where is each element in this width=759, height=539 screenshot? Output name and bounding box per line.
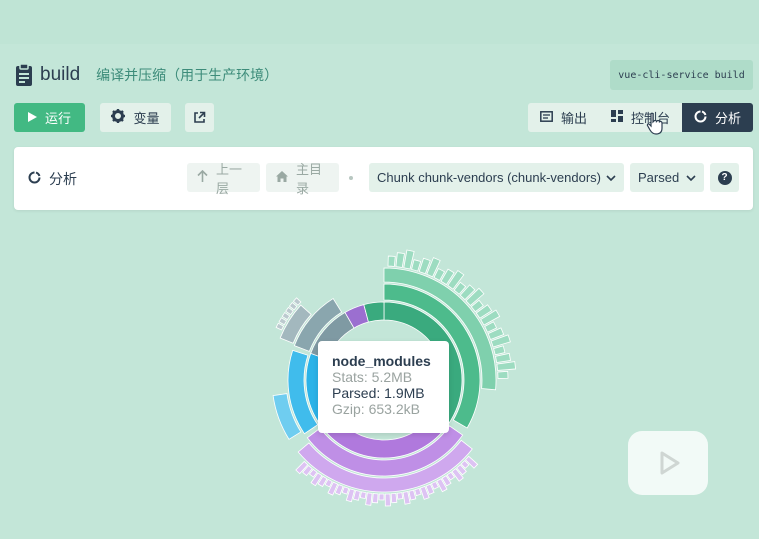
sunburst-leaf[interactable]: [359, 491, 367, 499]
sunburst-leaf[interactable]: [275, 322, 285, 331]
tooltip-stats: Stats: 5.2MB: [332, 369, 413, 385]
sunburst-leaf[interactable]: [365, 492, 373, 506]
sunburst-leaf[interactable]: [378, 493, 385, 501]
sunburst-leaf[interactable]: [495, 352, 511, 364]
sunburst-leaf[interactable]: [384, 493, 392, 507]
video-play-badge[interactable]: [628, 431, 708, 495]
tooltip-parsed: Parsed: 1.9MB: [332, 385, 425, 401]
sunburst-leaf[interactable]: [390, 492, 398, 504]
sunburst-leaf[interactable]: [278, 317, 288, 326]
sunburst-leaf[interactable]: [371, 493, 379, 504]
sunburst-leaf[interactable]: [493, 345, 506, 356]
sunburst-leaf[interactable]: [387, 255, 396, 267]
sunburst-leaf[interactable]: [496, 361, 516, 371]
tooltip-name: node_modules: [332, 353, 431, 369]
sunburst-leaf[interactable]: [411, 259, 422, 272]
sunburst-leaf[interactable]: [341, 486, 350, 495]
tooltip-gzip: Gzip: 653.2kB: [332, 401, 420, 417]
sunburst-leaf[interactable]: [497, 370, 509, 379]
play-icon: [660, 451, 680, 475]
sunburst-leaf[interactable]: [414, 487, 422, 497]
sunburst-leaf[interactable]: [395, 252, 405, 268]
node-tooltip: node_modules Stats: 5.2MB Parsed: 1.9MB …: [318, 341, 449, 433]
sunburst-leaf[interactable]: [396, 492, 404, 500]
sunburst-leaf[interactable]: [352, 489, 361, 501]
